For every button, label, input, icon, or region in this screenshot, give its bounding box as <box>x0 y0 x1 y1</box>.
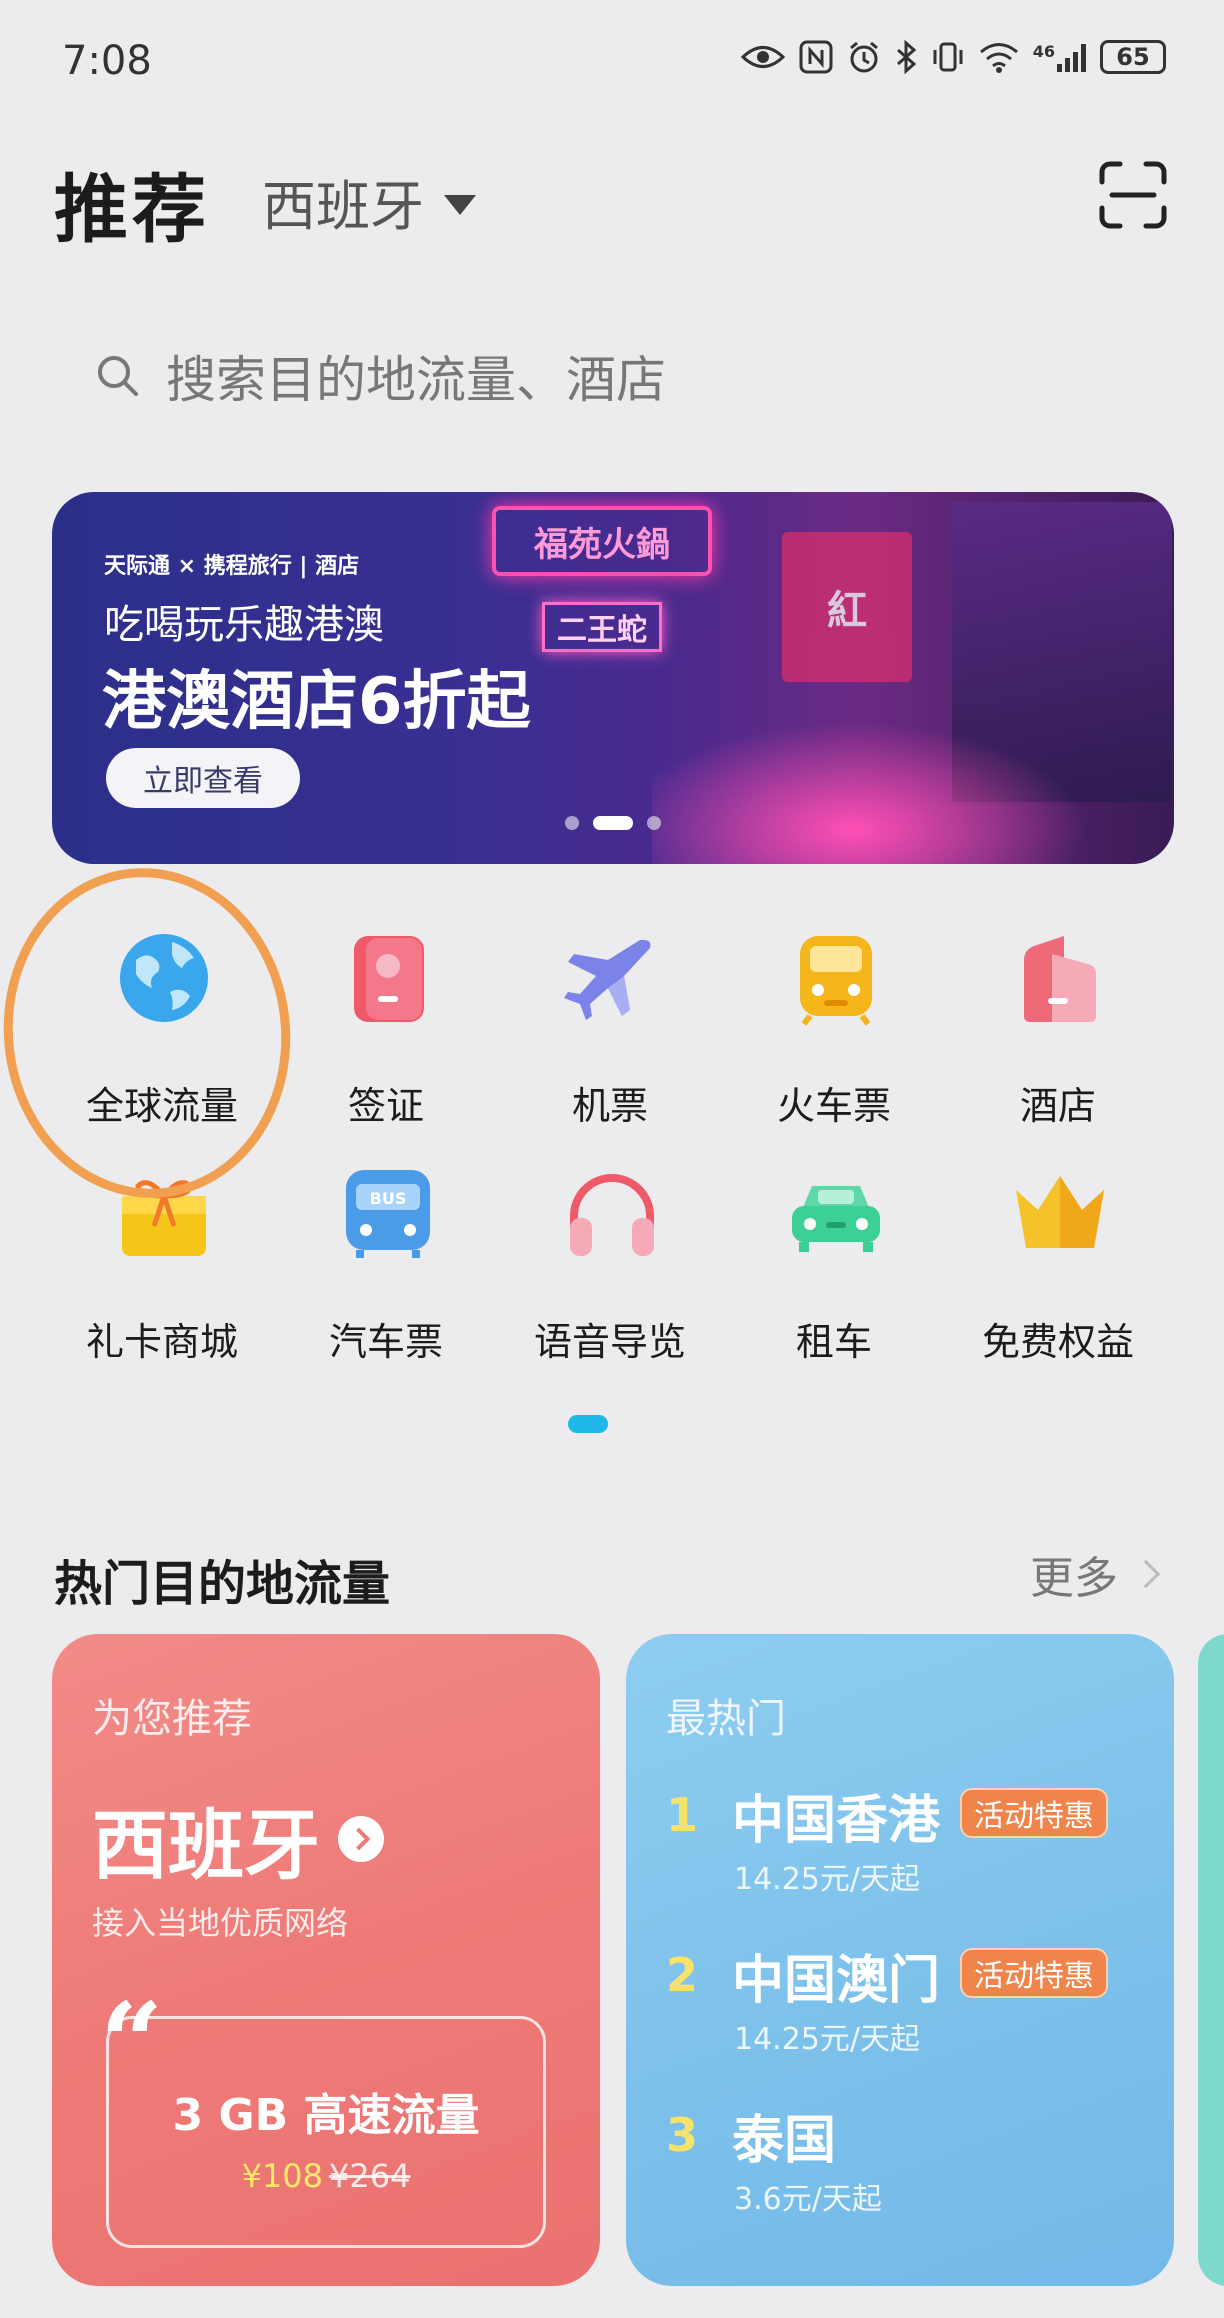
destination-name: 西班牙 <box>92 1801 320 1890</box>
package-name: 3 GB 高速流量 <box>172 2090 480 2141</box>
banner-dot-active <box>593 816 633 830</box>
service-bus[interactable]: BUS 汽车票 <box>276 1166 496 1366</box>
eye-icon <box>740 46 785 68</box>
banner-neon-sign: 二王蛇 <box>542 602 662 652</box>
hot-destinations-card[interactable]: 最热门 1 中国香港 活动特惠 14.25元/天起 2 中国澳门 活动特惠 14… <box>626 1634 1174 2286</box>
hot-item[interactable]: 1 中国香港 活动特惠 14.25元/天起 <box>666 1778 1166 1898</box>
status-bar: 7:08 46 65 <box>0 0 1224 130</box>
service-label: 租车 <box>795 1320 872 1364</box>
wifi-icon <box>979 43 1018 73</box>
service-label: 语音导览 <box>533 1320 686 1364</box>
banner-pagination <box>52 816 1174 830</box>
more-label: 更多 <box>1030 1553 1118 1604</box>
headphones-icon <box>570 1174 654 1256</box>
nfc-icon <box>799 40 833 74</box>
card-kicker: 为您推荐 <box>92 1696 252 1742</box>
service-hotel[interactable]: 酒店 <box>948 930 1168 1130</box>
vibrate-icon <box>933 42 963 72</box>
annotation-circle <box>0 853 307 1213</box>
promo-tag: 活动特惠 <box>960 1788 1108 1838</box>
search-bar[interactable]: 搜索目的地流量、酒店 <box>54 318 1170 434</box>
promo-tag: 活动特惠 <box>960 1948 1108 1998</box>
banner-neon-sign: 福苑火鍋 <box>492 506 712 576</box>
section-title: 热门目的地流量 <box>54 1556 391 1612</box>
banner-view-button[interactable]: 立即查看 <box>106 748 300 808</box>
service-label: 免费权益 <box>981 1320 1134 1364</box>
service-flights[interactable]: 机票 <box>500 930 720 1130</box>
region-label: 西班牙 <box>262 175 424 238</box>
data-package[interactable]: 3 GB 高速流量 ¥108 ¥264 <box>106 2016 546 2248</box>
hot-item-name: 泰国 <box>732 2111 837 2171</box>
rank-number: 2 <box>666 1948 699 2002</box>
destination-description: 接入当地优质网络 <box>92 1904 349 1942</box>
hot-item-price: 14.25元/天起 <box>734 2022 920 2057</box>
arrow-right-circle-icon <box>338 1816 384 1862</box>
region-selector[interactable]: 西班牙 <box>262 162 476 241</box>
rank-number: 3 <box>666 2108 699 2162</box>
chevron-right-icon <box>1131 1559 1161 1589</box>
banner-subtitle: 吃喝玩乐趣港澳 <box>104 602 384 648</box>
car-icon <box>792 1186 880 1252</box>
scan-icon[interactable] <box>1098 160 1168 230</box>
recommend-destination[interactable]: 西班牙 <box>92 1784 384 1894</box>
caret-down-icon <box>444 194 476 215</box>
bus-icon: BUS <box>346 1170 430 1258</box>
banner-headline: 港澳酒店6折起 <box>102 665 531 739</box>
service-label: 酒店 <box>1019 1084 1096 1128</box>
service-audio-guide[interactable]: 语音导览 <box>500 1166 720 1366</box>
more-link[interactable]: 更多 <box>1030 1542 1161 1606</box>
price-original: ¥264 <box>329 2157 411 2195</box>
service-label: 汽车票 <box>328 1320 443 1364</box>
service-label: 礼卡商城 <box>85 1320 238 1364</box>
banner-neon-sign: 紅 <box>782 532 912 682</box>
package-price: ¥108 ¥264 <box>109 2157 543 2195</box>
hot-item-price: 14.25元/天起 <box>734 1862 920 1897</box>
search-placeholder: 搜索目的地流量、酒店 <box>166 351 666 409</box>
service-car-rental[interactable]: 租车 <box>724 1166 944 1366</box>
hotel-icon <box>1024 936 1096 1022</box>
banner-dot <box>565 816 579 830</box>
airplane-icon <box>564 940 651 1020</box>
service-visa[interactable]: 签证 <box>276 930 496 1130</box>
service-label: 火车票 <box>776 1084 891 1128</box>
bluetooth-icon <box>896 40 917 74</box>
service-label: 签证 <box>347 1084 424 1128</box>
hot-item-price: 3.6元/天起 <box>734 2182 882 2217</box>
grid-page-indicator <box>568 1415 608 1433</box>
crown-icon <box>1016 1176 1104 1248</box>
recommend-card[interactable]: 为您推荐 西班牙 接入当地优质网络 3 GB 高速流量 ¥108 ¥264 “ <box>52 1634 600 2286</box>
hot-item-name: 中国香港 <box>732 1791 941 1851</box>
banner-brand: 天际通 × 携程旅行 | 酒店 <box>104 554 360 579</box>
status-icons: 46 65 <box>740 40 1166 74</box>
network-type: 46 <box>1032 42 1055 61</box>
search-icon <box>98 356 138 396</box>
service-free-benefits[interactable]: 免费权益 <box>948 1166 1168 1366</box>
promo-banner[interactable]: 福苑火鍋 二王蛇 紅 天际通 × 携程旅行 | 酒店 吃喝玩乐趣港澳 港澳酒店6… <box>52 492 1174 864</box>
card-kicker: 最热门 <box>666 1696 786 1742</box>
clock: 7:08 <box>62 38 152 84</box>
hot-item-name: 中国澳门 <box>732 1951 941 2011</box>
next-card-peek[interactable] <box>1198 1634 1224 2286</box>
bus-icon-text: BUS <box>370 1189 407 1208</box>
rank-number: 1 <box>666 1788 699 1842</box>
train-icon <box>800 936 872 1026</box>
service-train[interactable]: 火车票 <box>724 930 944 1130</box>
alarm-icon <box>849 41 878 73</box>
page-title: 推荐 <box>54 167 210 253</box>
banner-dot <box>647 816 661 830</box>
banner-photo-street <box>652 692 1152 864</box>
service-label: 机票 <box>571 1084 648 1128</box>
quote-mark-icon: “ <box>100 1978 164 2107</box>
hot-item[interactable]: 2 中国澳门 活动特惠 14.25元/天起 <box>666 1938 1166 2058</box>
passport-icon <box>354 936 424 1022</box>
page-header: 推荐 西班牙 <box>0 140 1224 253</box>
cellular-signal-icon: 46 <box>1033 42 1086 72</box>
battery-icon: 65 <box>1100 40 1166 74</box>
hot-item[interactable]: 3 泰国 3.6元/天起 <box>666 2098 1166 2218</box>
price-current: ¥108 <box>241 2157 323 2195</box>
